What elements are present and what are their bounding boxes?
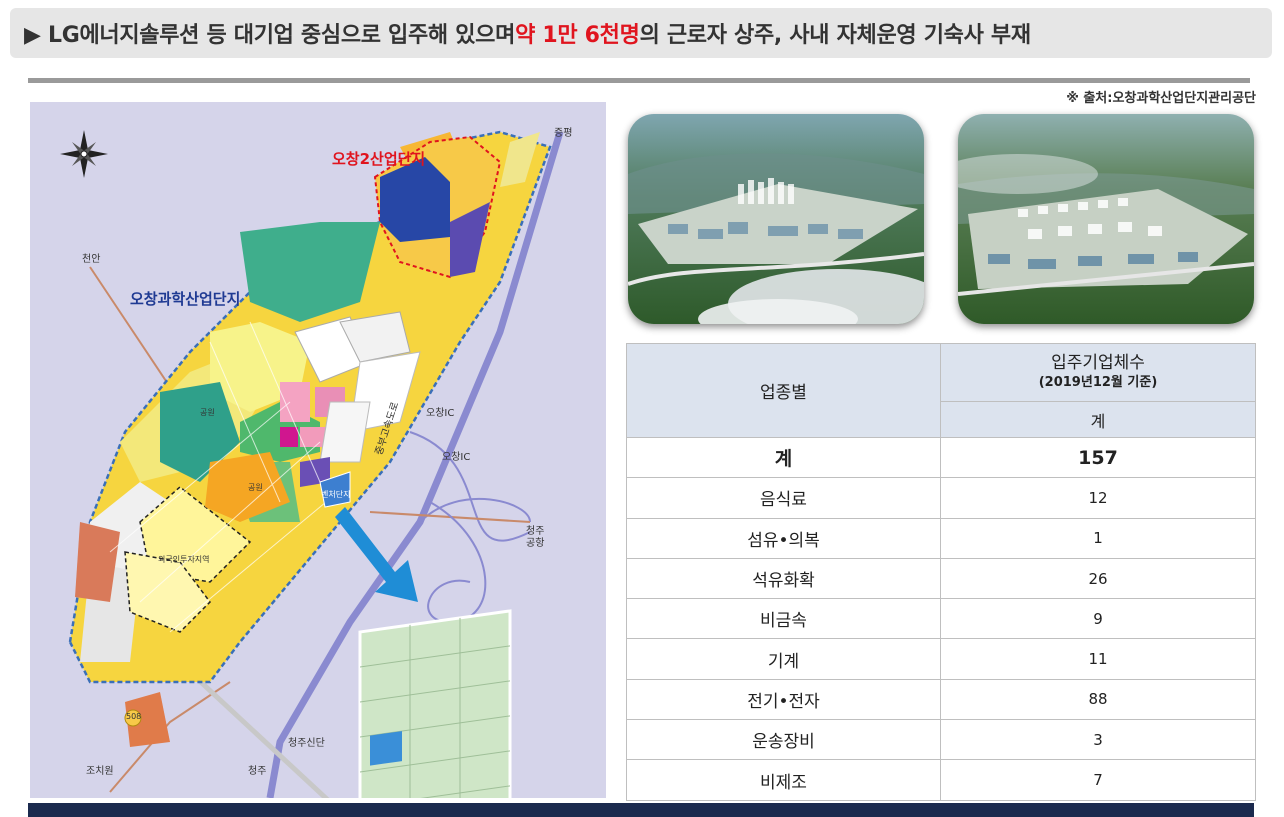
row-value: 88 xyxy=(940,678,1256,721)
footer-bar xyxy=(28,803,1254,817)
header-main: 입주기업체수 (2019년12월 기준) xyxy=(940,343,1256,402)
header-industry: 업종별 xyxy=(626,343,941,438)
row-category: 전기•전자 xyxy=(626,678,941,721)
row-category: 기계 xyxy=(626,638,941,680)
divider-rule xyxy=(28,78,1250,83)
industry-table: 업종별 입주기업체수 (2019년12월 기준) 계 계 157 음식료 12 … xyxy=(626,343,1256,801)
row-category: 음식료 xyxy=(626,477,941,519)
map-label-cheongju-sindan: 청주신단 xyxy=(288,738,325,749)
row-category: 비제조 xyxy=(626,759,941,801)
row-category: 석유화확 xyxy=(626,557,941,600)
map-label-venture: 벤처단지 xyxy=(321,490,351,499)
map-label-ochang-ic-2: 오창IC xyxy=(442,452,471,463)
map-label-foreign-zone: 외국인투자지역 xyxy=(158,555,210,564)
row-value: 11 xyxy=(940,638,1256,680)
table-row: 음식료 12 xyxy=(626,477,1256,519)
header-sub: 계 xyxy=(940,401,1256,438)
map-label-park-2: 공원 xyxy=(248,483,263,492)
row-value: 12 xyxy=(940,477,1256,519)
industrial-complex-map: 오창2산업단지 오창과학산업단지 증평 천안 오창IC 오창IC 청주 공항 청… xyxy=(30,102,606,798)
row-value: 3 xyxy=(940,719,1256,761)
map-label-ochang-ic-1: 오창IC xyxy=(426,408,455,419)
map-label-jeungpyeong: 증평 xyxy=(554,128,573,139)
total-value: 157 xyxy=(940,436,1256,479)
headline-highlight: 약 1만 6천명 xyxy=(515,23,640,48)
row-value: 7 xyxy=(940,759,1256,801)
map-label-cheongju: 청주 xyxy=(248,766,267,777)
ochang-science-zone-label: 오창과학산업단지 xyxy=(130,290,241,308)
map-label-park-1: 공원 xyxy=(200,408,215,417)
table-row: 섬유•의복 1 xyxy=(626,517,1256,559)
table-row: 기계 11 xyxy=(626,638,1256,680)
map-label-cheonan: 천안 xyxy=(82,254,101,265)
map-label-route: 508 xyxy=(126,712,142,721)
table-row: 운송장비 3 xyxy=(626,719,1256,761)
row-category: 비금속 xyxy=(626,598,941,640)
ochang2-zone-label: 오창2산업단지 xyxy=(332,150,426,168)
row-category: 섬유•의복 xyxy=(626,517,941,559)
header-date: (2019년12월 기준) xyxy=(1038,374,1158,390)
table-row: 비제조 7 xyxy=(626,759,1256,801)
total-category: 계 xyxy=(626,436,941,479)
table-row: 전기•전자 88 xyxy=(626,678,1256,721)
headline-bar: ▶ LG에너지솔루션 등 대기업 중심으로 입주해 있으며 약 1만 6천명 의 … xyxy=(10,8,1272,58)
map-label-jochiwon: 조치원 xyxy=(86,766,114,777)
aerial-photo-2 xyxy=(958,114,1254,324)
table-row: 석유화확 26 xyxy=(626,557,1256,600)
header-main-title: 입주기업체수 xyxy=(1051,352,1145,373)
map-label-cheongju-airport-2: 공항 xyxy=(526,538,545,549)
headline-suffix: 의 근로자 상주, 사내 자체운영 기숙사 부재 xyxy=(639,23,1032,48)
table-row: 비금속 9 xyxy=(626,598,1256,640)
headline-prefix: ▶ LG에너지솔루션 등 대기업 중심으로 입주해 있으며 xyxy=(24,23,516,48)
aerial-photo-1 xyxy=(628,114,924,324)
row-value: 26 xyxy=(940,557,1256,600)
map-drawing xyxy=(60,130,564,798)
row-value: 1 xyxy=(940,517,1256,559)
row-category: 운송장비 xyxy=(626,719,941,761)
row-value: 9 xyxy=(940,598,1256,640)
compass-icon xyxy=(60,130,108,178)
table-row-total: 계 157 xyxy=(626,436,1256,479)
source-note: ※ 출처:오창과학산업단지관리공단 xyxy=(1066,91,1256,106)
